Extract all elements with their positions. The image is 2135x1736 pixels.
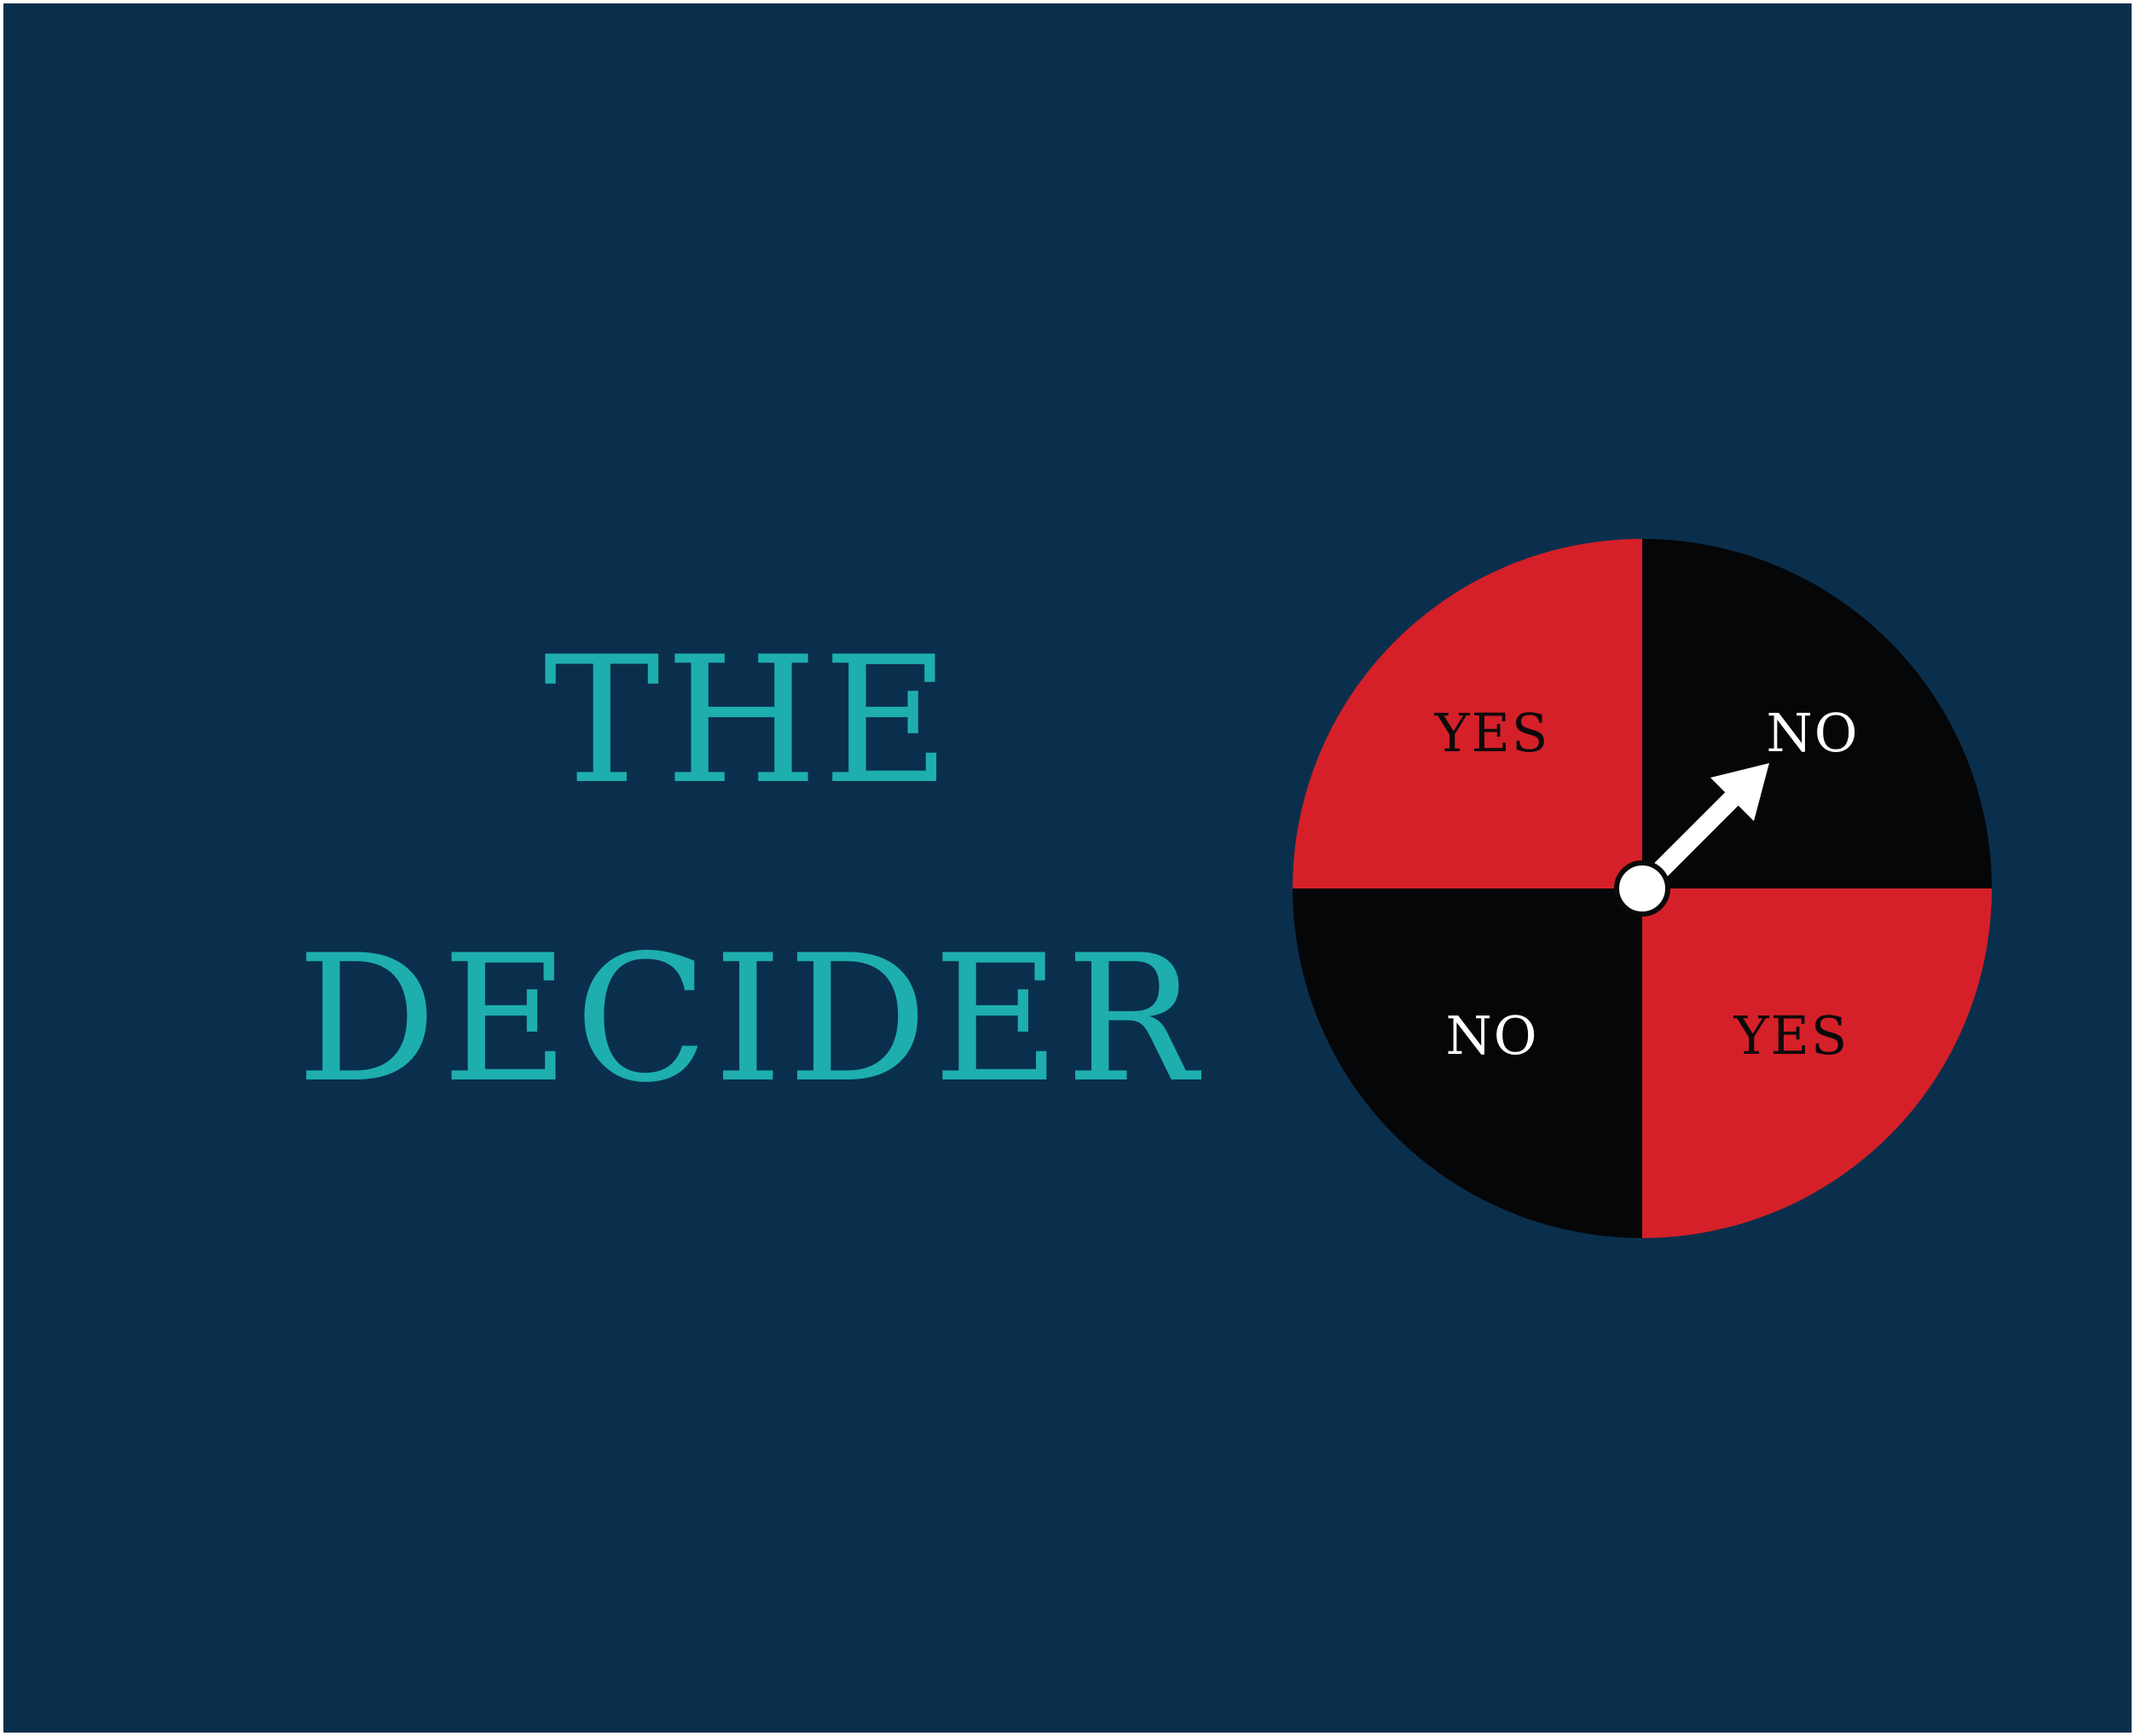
segment-label-yes-top: YES [1434, 702, 1550, 764]
title-line-decider: DECIDER [296, 918, 1203, 1121]
game-background: THE DECIDER YES NO NO YES [3, 3, 2132, 1733]
decision-wheel[interactable]: YES NO NO YES [1293, 539, 1992, 1238]
segment-label-no-bottom: NO [1445, 1004, 1538, 1067]
segment-label-yes-bottom: YES [1733, 1004, 1849, 1067]
wheel-hub[interactable] [1614, 860, 1670, 917]
title-line-the: THE [543, 620, 956, 823]
segment-label-no-top: NO [1766, 702, 1859, 764]
